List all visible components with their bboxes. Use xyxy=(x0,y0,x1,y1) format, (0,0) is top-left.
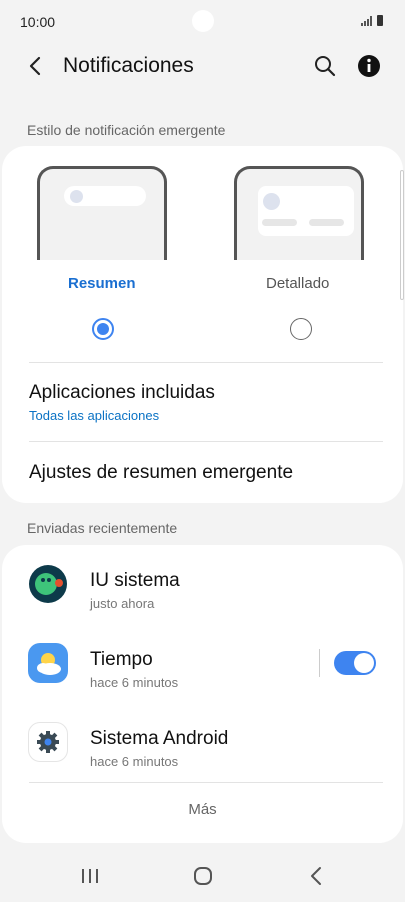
app-name: Sistema Android xyxy=(90,728,229,749)
detailed-preview-line xyxy=(262,219,297,226)
app-row-weather[interactable]: Tiempo hace 6 minutos xyxy=(2,629,403,699)
divider xyxy=(29,782,383,783)
included-apps-value: Todas las aplicaciones xyxy=(29,408,160,423)
home-button[interactable] xyxy=(189,864,217,888)
app-name: IU sistema xyxy=(90,570,180,591)
detailed-preview-line xyxy=(309,219,344,226)
status-time: 10:00 xyxy=(20,14,56,30)
nav-back-button[interactable] xyxy=(303,864,331,888)
weather-icon xyxy=(28,643,68,683)
more-button[interactable]: Más xyxy=(2,801,403,818)
recents-icon xyxy=(82,869,98,883)
app-row-system-ui[interactable]: IU sistema justo ahora xyxy=(2,550,403,620)
separator xyxy=(319,649,320,677)
brief-preview xyxy=(37,166,167,260)
recent-apps-card: IU sistema justo ahora Tiempo hace 6 min… xyxy=(2,545,403,843)
status-bar: 10:00 xyxy=(0,0,405,44)
android-system-icon xyxy=(28,722,68,762)
system-ui-icon xyxy=(28,564,68,604)
navigation-bar xyxy=(0,850,405,902)
info-icon xyxy=(358,55,380,77)
divider xyxy=(29,362,383,363)
page-title: Notificaciones xyxy=(63,54,194,77)
camera-cutout xyxy=(192,10,214,32)
search-icon xyxy=(315,56,336,77)
section-label-recent: Enviadas recientemente xyxy=(27,520,178,536)
app-time: hace 6 minutos xyxy=(90,754,179,769)
app-row-android-system[interactable]: Sistema Android hace 6 minutos xyxy=(2,708,403,778)
signal-icon xyxy=(361,16,372,26)
included-apps-title: Aplicaciones incluidas xyxy=(29,382,215,403)
battery-icon xyxy=(377,15,383,26)
option-detailed-radio[interactable] xyxy=(290,318,312,340)
system-icons xyxy=(361,15,383,26)
nav-back-icon xyxy=(311,867,321,885)
section-label-popup-style: Estilo de notificación emergente xyxy=(27,122,226,138)
back-arrow-icon xyxy=(29,56,41,76)
weather-notification-toggle[interactable] xyxy=(334,651,376,675)
app-name: Tiempo xyxy=(90,649,153,670)
back-button[interactable] xyxy=(22,52,50,80)
detailed-preview xyxy=(234,166,364,260)
app-time: hace 6 minutos xyxy=(90,675,179,690)
detailed-preview-dot xyxy=(263,193,280,210)
home-icon xyxy=(194,867,212,885)
app-header: Notificaciones xyxy=(0,46,405,86)
popup-style-card: Resumen Detallado Aplicaciones incluidas… xyxy=(2,146,403,503)
option-brief-label: Resumen xyxy=(68,275,136,292)
brief-preview-dot xyxy=(70,190,83,203)
summary-settings-title: Ajustes de resumen emergente xyxy=(29,462,294,483)
info-button[interactable] xyxy=(355,52,383,80)
option-detailed-label: Detallado xyxy=(266,275,330,292)
search-button[interactable] xyxy=(311,52,339,80)
app-time: justo ahora xyxy=(90,596,155,611)
option-brief-radio[interactable] xyxy=(92,318,114,340)
scrollbar[interactable] xyxy=(400,170,404,300)
recents-button[interactable] xyxy=(75,864,105,888)
divider xyxy=(29,441,383,442)
